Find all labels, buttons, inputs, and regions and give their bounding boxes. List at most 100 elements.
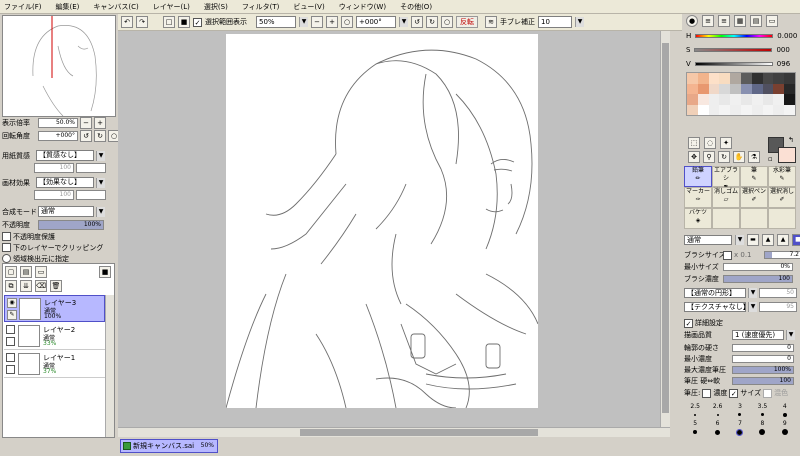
canvas-vertical-scroll-thumb[interactable]	[662, 43, 669, 413]
paper-effect-select[interactable]: 【効果なし】	[36, 177, 94, 188]
paper-texture-select[interactable]: 【質感なし】	[36, 150, 94, 161]
nav-zoom-field[interactable]: 50.0%	[38, 117, 78, 128]
pressure-density-checkbox[interactable]	[702, 388, 712, 398]
swatch-grid[interactable]	[686, 72, 796, 116]
brush-edge-flat-icon[interactable]: ▬	[747, 234, 759, 246]
swatch[interactable]	[773, 73, 785, 84]
opacity-slider[interactable]: 100%	[38, 219, 104, 230]
swatch[interactable]	[773, 104, 785, 115]
blend-mode-dropdown-icon[interactable]: ▼	[96, 206, 105, 217]
tool-select-pen[interactable]: 選択ペン ✐	[740, 187, 768, 208]
tool-bucket[interactable]: バケツ ◈	[684, 208, 712, 229]
layer-visibility-checkbox[interactable]	[6, 325, 15, 334]
brush-shape-dropdown-icon[interactable]: ▼	[748, 288, 757, 298]
pressure-size-checkbox[interactable]: ✓	[729, 388, 739, 398]
zoom-in-icon[interactable]: +	[326, 16, 338, 28]
brush-shape-select[interactable]: 【通常の円形】	[684, 288, 746, 298]
pressure-blend-checkbox[interactable]	[763, 388, 773, 398]
swatch[interactable]	[730, 104, 741, 115]
edge-hardness-slider[interactable]: 0	[732, 344, 794, 352]
swatch[interactable]	[751, 83, 763, 94]
eyedropper-icon[interactable]: ⚗	[748, 151, 760, 163]
saturation-slider[interactable]	[694, 48, 773, 52]
brush-mode-dropdown-icon[interactable]: ▼	[735, 235, 744, 245]
rotate-tool-icon[interactable]: ↻	[718, 151, 730, 163]
zoom-dropdown-icon[interactable]: ▼	[299, 17, 308, 27]
paper-texture-amount[interactable]: 100	[34, 162, 74, 173]
rotation-field[interactable]: +000°	[356, 16, 396, 28]
swap-colors-icon[interactable]: ↰	[788, 136, 794, 144]
swatch[interactable]	[773, 94, 785, 105]
nav-rotation-field[interactable]: +000°	[38, 130, 78, 141]
swatch[interactable]	[708, 83, 720, 94]
swatch[interactable]	[784, 83, 795, 94]
zoom-tool-icon[interactable]: ⚲	[703, 151, 715, 163]
tool-select-eraser[interactable]: 選択消し ✐	[768, 187, 796, 208]
swatch[interactable]	[741, 83, 752, 94]
layer-visibility-eye-icon[interactable]: ◉	[7, 298, 17, 308]
swatch[interactable]	[719, 104, 731, 115]
preset-dot[interactable]	[736, 428, 744, 436]
redo-icon[interactable]: ↷	[136, 16, 148, 28]
brush-density-slider[interactable]: 100	[723, 275, 793, 283]
paper-texture-dropdown-icon[interactable]: ▼	[96, 150, 105, 161]
swatch[interactable]	[687, 73, 698, 84]
copy-layer-icon[interactable]: ⧉	[5, 280, 17, 292]
tool-marker[interactable]: マーカー ✑	[684, 187, 712, 208]
preset-dot[interactable]	[694, 413, 697, 416]
quality-dropdown-icon[interactable]: ▼	[786, 330, 795, 340]
nav-zoom-out-icon[interactable]: −	[80, 116, 92, 129]
rotate-reset-icon[interactable]: ○	[441, 16, 453, 28]
swatch[interactable]	[708, 94, 720, 105]
color-mixer-icon[interactable]: ▦	[734, 15, 746, 27]
quality-select[interactable]: 1 (速度優先)	[732, 330, 784, 340]
nav-zoom-in-icon[interactable]: +	[94, 116, 106, 129]
max-pressure-slider[interactable]: 100%	[732, 366, 794, 374]
swatch[interactable]	[762, 104, 774, 115]
layer-visibility-checkbox[interactable]	[6, 353, 15, 362]
canvas[interactable]	[225, 34, 539, 409]
min-density-slider[interactable]: 0	[732, 355, 794, 363]
menu-canvas[interactable]: キャンバス(C)	[93, 2, 138, 12]
clip-lower-checkbox[interactable]	[2, 243, 11, 252]
brush-texture-amount[interactable]: 95	[759, 302, 797, 312]
transparent-color-icon[interactable]: ▫	[768, 155, 773, 163]
brush-shape-amount[interactable]: 50	[759, 288, 797, 298]
brush-size-slider[interactable]: 7.2	[764, 251, 800, 259]
detail-settings-checkbox[interactable]: ✓	[684, 318, 693, 328]
tool-brush[interactable]: 筆 ✎	[740, 166, 768, 187]
layer-row[interactable]: ◉ ✎ レイヤー3 通常 100%	[4, 295, 105, 322]
brush-texture-select[interactable]: 【テクスチャなし】	[684, 302, 750, 312]
stabilizer-dropdown-icon[interactable]: ▼	[575, 17, 584, 27]
canvas-horizontal-scrollbar[interactable]	[118, 427, 670, 437]
swatch[interactable]	[762, 83, 774, 94]
menu-select[interactable]: 選択(S)	[204, 2, 228, 12]
new-layer-icon[interactable]: ▢	[5, 266, 17, 278]
brush-size-multiplier-checkbox[interactable]	[723, 250, 732, 260]
rotate-cw-icon[interactable]: ↻	[426, 16, 438, 28]
selection-display-checkbox[interactable]: ✓	[193, 17, 202, 27]
layer-lock-checkbox[interactable]	[6, 365, 15, 374]
menu-layer[interactable]: レイヤー(L)	[153, 2, 190, 12]
menu-file[interactable]: ファイル(F)	[4, 2, 42, 12]
nav-rotate-ccw-icon[interactable]: ↺	[80, 129, 92, 142]
swatch[interactable]	[697, 73, 709, 84]
swatch[interactable]	[719, 94, 731, 105]
swatch[interactable]	[719, 83, 731, 94]
swatch[interactable]	[741, 73, 752, 84]
swatch[interactable]	[697, 104, 709, 115]
swatch[interactable]	[687, 104, 698, 115]
brush-edge-soft-icon[interactable]: ▲	[762, 234, 774, 246]
preserve-opacity-checkbox[interactable]	[2, 232, 11, 241]
swatch[interactable]	[784, 94, 795, 105]
canvas-vertical-scrollbar[interactable]	[660, 31, 670, 427]
layer-row[interactable]: レイヤー1 通常 37%	[4, 351, 105, 378]
pressure-hardness-slider[interactable]: 100	[732, 377, 794, 385]
document-tab[interactable]: 新規キャンバス.sai 50%	[120, 439, 218, 453]
swatch[interactable]	[730, 83, 741, 94]
swatch[interactable]	[784, 104, 795, 115]
zoom-reset-icon[interactable]: ○	[341, 16, 353, 28]
preset-dot[interactable]	[716, 413, 719, 416]
menu-edit[interactable]: 編集(E)	[56, 2, 80, 12]
canvas-horizontal-scroll-thumb[interactable]	[300, 429, 538, 436]
